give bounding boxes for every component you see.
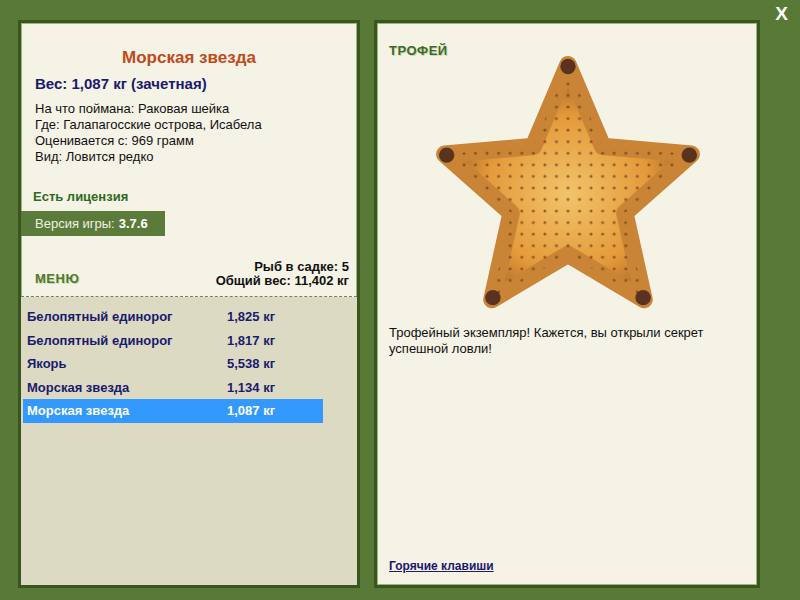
- catch-weight: 1,817 кг: [227, 331, 275, 351]
- catch-name: Якорь: [27, 354, 227, 374]
- detail-line: На что поймана: Раковая шейка: [35, 101, 357, 117]
- keepnet-summary: Рыб в садке: 5 Общий вес: 11,402 кг: [216, 260, 349, 288]
- total-weight: Общий вес: 11,402 кг: [216, 274, 349, 288]
- version-number: 3.7.6: [119, 214, 148, 234]
- catch-weight: 1,134 кг: [227, 378, 275, 398]
- catch-weight: 1,087 кг: [227, 401, 275, 421]
- catch-name: Морская звезда: [27, 378, 227, 398]
- menu-button[interactable]: МЕНЮ: [35, 269, 79, 289]
- license-status: Есть лицензия: [21, 187, 357, 207]
- catch-name: Морская звезда: [27, 401, 227, 421]
- catch-row[interactable]: Белопятный единорог1,817 кг: [23, 329, 323, 353]
- catch-panel: Морская звезда Вес: 1,087 кг (зачетная) …: [18, 20, 360, 588]
- trophy-message: Трофейный экземпляр! Кажется, вы открыли…: [389, 325, 747, 357]
- detail-line: Где: Галапагосские острова, Исабела: [35, 117, 357, 133]
- version-label: Версия игры:: [35, 214, 115, 234]
- menu-row: МЕНЮ Рыб в садке: 5 Общий вес: 11,402 кг: [21, 260, 357, 297]
- starfish-image: [418, 55, 718, 315]
- catch-name: Белопятный единорог: [27, 307, 227, 327]
- catch-weight: 5,538 кг: [227, 354, 275, 374]
- close-button[interactable]: X: [775, 3, 788, 26]
- fish-name: Морская звезда: [21, 45, 357, 71]
- trophy-panel: ТРОФЕЙ: [374, 20, 760, 588]
- fish-count: Рыб в садке: 5: [216, 260, 349, 274]
- catch-row[interactable]: Морская звезда1,087 кг: [23, 399, 323, 423]
- catch-weight: 1,825 кг: [227, 307, 275, 327]
- catch-list: Белопятный единорог1,825 кгБелопятный ед…: [21, 297, 357, 585]
- version-bar: Версия игры: 3.7.6: [21, 211, 165, 237]
- detail-line: Вид: Ловится редко: [35, 149, 357, 165]
- catch-row[interactable]: Якорь5,538 кг: [23, 352, 323, 376]
- fish-weight: Вес: 1,087 кг (зачетная): [21, 73, 357, 96]
- fish-details: На что поймана: Раковая шейкаГде: Галапа…: [21, 101, 357, 165]
- detail-line: Оценивается с: 969 грамм: [35, 133, 357, 149]
- catch-row[interactable]: Белопятный единорог1,825 кг: [23, 305, 323, 329]
- catch-row[interactable]: Морская звезда1,134 кг: [23, 376, 323, 400]
- trophy-window: X Морская звезда Вес: 1,087 кг (зачетная…: [0, 0, 800, 600]
- hotkeys-link[interactable]: Горячие клавиши: [389, 557, 747, 575]
- catch-name: Белопятный единорог: [27, 331, 227, 351]
